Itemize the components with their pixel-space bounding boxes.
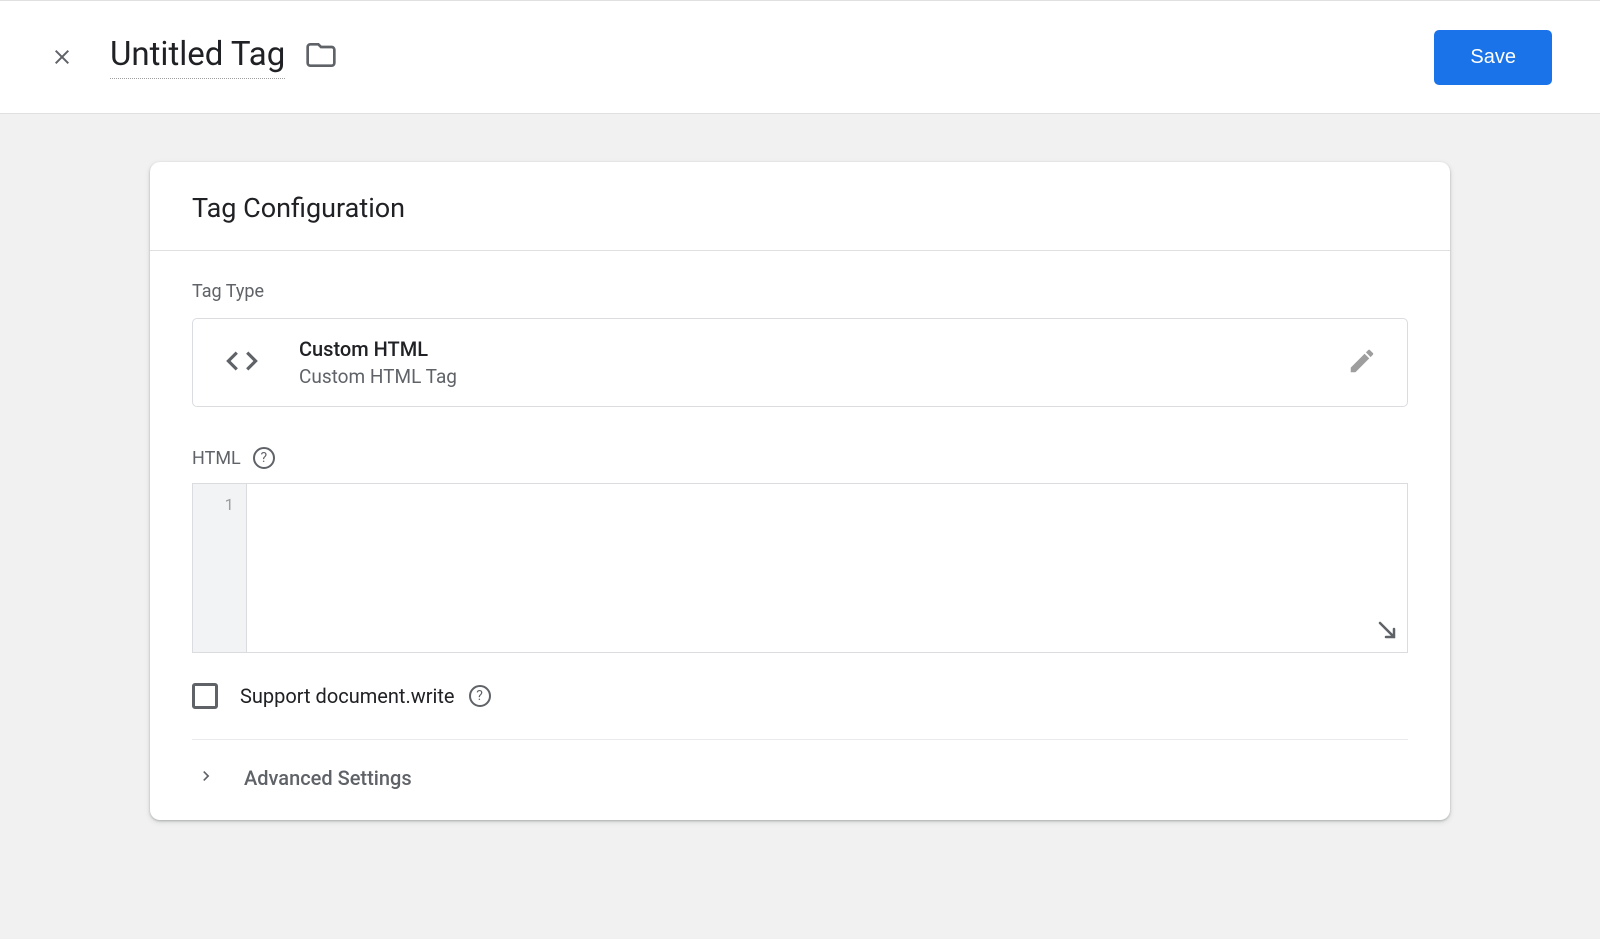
canvas: Tag Configuration Tag Type Custom HTML C… — [0, 114, 1600, 868]
advanced-settings-label: Advanced Settings — [244, 766, 412, 790]
pencil-icon[interactable] — [1347, 346, 1377, 380]
code-icon — [223, 342, 261, 384]
code-input[interactable] — [247, 484, 1407, 652]
tag-config-card: Tag Configuration Tag Type Custom HTML C… — [150, 162, 1450, 820]
tag-type-selector[interactable]: Custom HTML Custom HTML Tag — [192, 318, 1408, 407]
advanced-settings-toggle[interactable]: Advanced Settings — [192, 740, 1408, 820]
folder-icon[interactable] — [305, 39, 337, 75]
page-header: Untitled Tag Save — [0, 0, 1600, 114]
line-number: 1 — [193, 494, 234, 515]
card-title: Tag Configuration — [150, 162, 1450, 251]
close-icon[interactable] — [48, 43, 76, 71]
tag-type-description: Custom HTML Tag — [299, 365, 1347, 388]
tag-type-name: Custom HTML — [299, 337, 1347, 361]
support-docwrite-row: Support document.write ? — [192, 683, 1408, 740]
editor-gutter: 1 — [193, 484, 247, 652]
html-field-label: HTML — [192, 448, 241, 469]
support-docwrite-label: Support document.write — [240, 684, 455, 708]
tag-title-input[interactable]: Untitled Tag — [110, 35, 285, 79]
resize-icon[interactable] — [1375, 618, 1399, 646]
save-button[interactable]: Save — [1434, 30, 1552, 85]
tag-type-label: Tag Type — [192, 281, 1408, 302]
chevron-right-icon — [196, 766, 216, 790]
html-editor: 1 — [192, 483, 1408, 653]
support-docwrite-checkbox[interactable] — [192, 683, 218, 709]
help-icon[interactable]: ? — [469, 685, 491, 707]
help-icon[interactable]: ? — [253, 447, 275, 469]
